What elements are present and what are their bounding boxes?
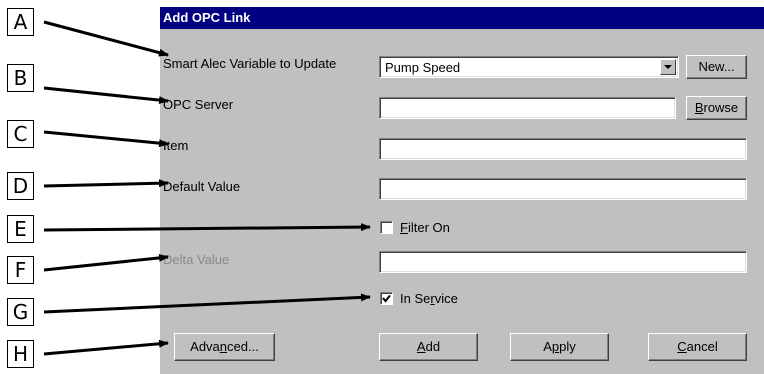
- variable-select-value: Pump Speed: [385, 60, 461, 75]
- variable-label: Smart Alec Variable to Update: [163, 56, 337, 71]
- checkmark-icon: [382, 294, 391, 303]
- callout-c: C: [7, 120, 34, 148]
- filter-on-label[interactable]: Filter On: [400, 220, 450, 235]
- opc-server-label: OPC Server: [163, 97, 234, 112]
- new-button[interactable]: New...: [686, 55, 747, 79]
- callout-e: E: [7, 215, 34, 243]
- default-value-label: Default Value: [163, 179, 241, 194]
- apply-button[interactable]: Apply: [510, 333, 609, 361]
- chevron-down-icon[interactable]: [660, 59, 676, 75]
- filter-on-checkbox[interactable]: [380, 221, 393, 234]
- item-field[interactable]: [379, 138, 747, 160]
- callout-h: H: [7, 340, 34, 368]
- browse-button[interactable]: Browse: [686, 96, 747, 120]
- delta-value-field[interactable]: [379, 251, 747, 273]
- delta-value-label: Delta Value: [163, 252, 230, 267]
- advanced-button[interactable]: Advanced...: [174, 333, 275, 361]
- in-service-checkbox[interactable]: [380, 292, 393, 305]
- add-opc-link-dialog: Add OPC Link Smart Alec Variable to Upda…: [160, 7, 764, 374]
- arrow-c: [43, 130, 169, 148]
- item-label: Item: [163, 138, 189, 153]
- dialog-title: Add OPC Link: [160, 7, 764, 29]
- callout-a: A: [7, 8, 34, 36]
- opc-server-field[interactable]: [379, 97, 676, 119]
- callout-g: G: [7, 298, 34, 326]
- cancel-button[interactable]: Cancel: [648, 333, 747, 361]
- callout-f: F: [7, 256, 34, 284]
- arrow-d: [43, 179, 169, 188]
- arrow-f: [43, 253, 169, 272]
- variable-select[interactable]: Pump Speed: [379, 56, 679, 78]
- add-button[interactable]: Add: [379, 333, 478, 361]
- default-value-field[interactable]: [379, 178, 747, 200]
- arrow-h: [43, 339, 169, 356]
- callout-d: D: [7, 172, 34, 200]
- in-service-label[interactable]: In Service: [400, 291, 458, 306]
- callout-b: B: [7, 64, 34, 92]
- arrow-a: [43, 20, 169, 57]
- arrow-b: [43, 86, 169, 105]
